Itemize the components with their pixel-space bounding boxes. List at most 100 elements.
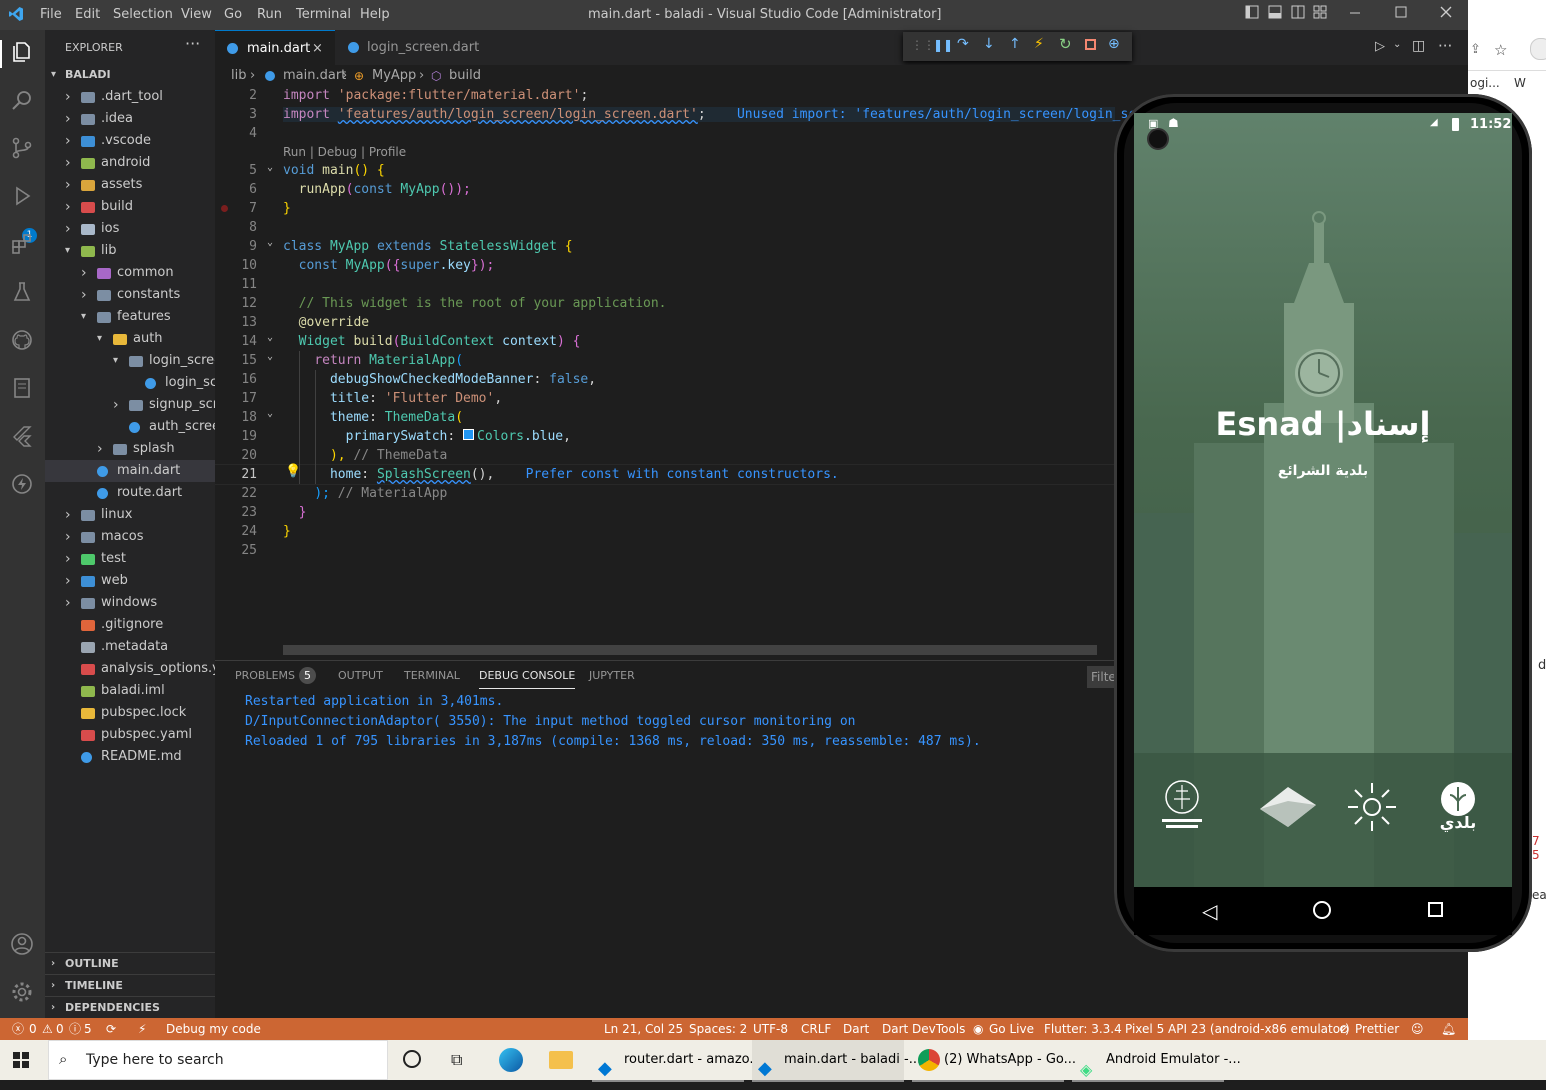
share-icon[interactable]: ⇪ <box>1470 42 1481 57</box>
task-view-icon[interactable]: ⧉ <box>451 1050 462 1070</box>
tree-file-baladi-iml[interactable]: baladi.iml <box>45 680 215 702</box>
toggle-sidebar-icon[interactable] <box>1243 5 1261 23</box>
taskbar-vscode-main[interactable]: ◆ main.dart - baladi -... <box>752 1040 921 1082</box>
errors-count[interactable]: 0 <box>29 1018 37 1040</box>
search-icon[interactable] <box>8 88 36 116</box>
stop-icon[interactable] <box>1085 39 1096 50</box>
tree-folder-idea[interactable]: › .idea <box>45 108 215 130</box>
debug-config[interactable]: Debug my code <box>166 1018 261 1040</box>
tree-folder-lib[interactable]: ▾ lib <box>45 240 215 262</box>
windows-start-icon[interactable] <box>13 1052 29 1068</box>
tab-main-dart[interactable]: main.dart × <box>215 30 335 66</box>
tree-file-analysis-options-y[interactable]: analysis_options.y... <box>45 658 215 680</box>
pause-icon[interactable]: ❚❚ <box>933 38 953 52</box>
breadcrumb-method[interactable]: build <box>449 65 481 87</box>
drag-handle-icon[interactable]: ⋮⋮ <box>911 38 935 52</box>
tree-file-pubspec-yaml[interactable]: pubspec.yaml <box>45 724 215 746</box>
tree-file-gitignore[interactable]: .gitignore <box>45 614 215 636</box>
menu-terminal[interactable]: Terminal <box>296 7 351 22</box>
prettier[interactable]: Prettier <box>1355 1018 1399 1040</box>
tree-folder-ios[interactable]: › ios <box>45 218 215 240</box>
tree-folder-linux[interactable]: › linux <box>45 504 215 526</box>
tree-folder-test[interactable]: › test <box>45 548 215 570</box>
run-debug-icon[interactable] <box>8 184 36 212</box>
editor-more-icon[interactable]: ··· <box>1438 37 1452 55</box>
outline-section[interactable]: › OUTLINE <box>45 952 215 975</box>
tree-folder-splash[interactable]: › splash <box>45 438 215 460</box>
tree-file-main-dart[interactable]: main.dart <box>45 460 215 482</box>
cursor-position[interactable]: Ln 21, Col 25 <box>604 1018 683 1040</box>
tree-file-pubspec-lock[interactable]: pubspec.lock <box>45 702 215 724</box>
flutter-icon[interactable] <box>8 424 36 452</box>
nav-back-icon[interactable]: ◁ <box>1202 899 1217 923</box>
tree-folder-windows[interactable]: › windows <box>45 592 215 614</box>
manage-gear-icon[interactable] <box>8 980 36 1008</box>
tree-folder-constants[interactable]: › constants <box>45 284 215 306</box>
emulator-screen[interactable]: ▣ ☗ ◢ 11:52 Esnad |إسناد بلدية الشرائع ب… <box>1134 113 1512 887</box>
breadcrumb-lib[interactable]: lib <box>231 65 246 87</box>
dart-devtools[interactable]: Dart DevTools <box>882 1018 965 1040</box>
split-editor-icon[interactable]: ◫ <box>1412 38 1425 54</box>
step-out-icon[interactable]: ↑ <box>1009 36 1021 52</box>
menu-selection[interactable]: Selection <box>113 7 173 22</box>
run-dropdown-icon[interactable]: ⌄ <box>1393 39 1401 50</box>
encoding[interactable]: UTF-8 <box>753 1018 788 1040</box>
maximize-icon[interactable] <box>1392 5 1410 23</box>
minimize-icon[interactable] <box>1346 5 1364 23</box>
toggle-panel-icon[interactable] <box>1266 5 1284 23</box>
feedback-icon[interactable]: ☺ <box>1411 1018 1424 1040</box>
tree-folder-login-screen[interactable]: ▾login_screen <box>45 350 215 372</box>
tab-jupyter[interactable]: JUPYTER <box>589 669 635 682</box>
taskbar-chrome-whatsapp[interactable]: (2) WhatsApp - Go... <box>912 1040 1076 1082</box>
warning-icon[interactable]: ⚠ <box>42 1018 53 1040</box>
info-icon[interactable]: ⓘ <box>69 1018 81 1040</box>
tree-folder-signup-screen[interactable]: ›signup_screen <box>45 394 215 416</box>
account-icon[interactable] <box>8 932 36 960</box>
toggle-secondary-sidebar-icon[interactable] <box>1289 5 1307 23</box>
notifications-bell-icon[interactable]: 🔔︎ <box>1441 1018 1456 1040</box>
inspect-icon[interactable]: ⊕ <box>1108 36 1120 52</box>
file-explorer-icon[interactable] <box>549 1051 573 1069</box>
tree-folder-android[interactable]: › android <box>45 152 215 174</box>
tree-folder-vscode[interactable]: › .vscode <box>45 130 215 152</box>
step-over-icon[interactable]: ↷ <box>957 36 969 52</box>
remote-debug-icon[interactable]: ⟳ <box>106 1018 116 1040</box>
tab-terminal[interactable]: TERMINAL <box>404 669 460 682</box>
tree-file-login-screen[interactable]: login_screen... <box>45 372 215 394</box>
tree-folder-auth[interactable]: ▾ auth <box>45 328 215 350</box>
menu-help[interactable]: Help <box>360 7 390 22</box>
tree-folder-assets[interactable]: › assets <box>45 174 215 196</box>
go-live-icon[interactable]: ◉ <box>973 1018 983 1040</box>
line-ending[interactable]: CRLF <box>801 1018 831 1040</box>
breakpoint-icon[interactable] <box>221 205 228 212</box>
close-icon[interactable] <box>1437 5 1455 23</box>
lightning-icon[interactable] <box>8 472 36 500</box>
bookmark-star-icon[interactable]: ☆ <box>1494 41 1507 59</box>
cortana-icon[interactable] <box>403 1050 421 1068</box>
menu-go[interactable]: Go <box>224 7 242 22</box>
language-mode[interactable]: Dart <box>843 1018 869 1040</box>
menu-edit[interactable]: Edit <box>75 7 100 22</box>
hot-reload-icon[interactable]: ⚡ <box>1034 36 1044 52</box>
github-icon[interactable] <box>8 328 36 356</box>
tab-output[interactable]: OUTPUT <box>338 669 383 682</box>
breadcrumb-file[interactable]: main.dart <box>283 65 346 87</box>
remote-explorer-icon[interactable] <box>8 376 36 404</box>
code-editor[interactable]: 2 3 4 5 6 7 8 9 10 11 12 13 14 15 16 17 18 19 20 21 22 23 24 25… <box>215 87 1136 655</box>
tree-file-route-dart[interactable]: route.dart <box>45 482 215 504</box>
go-live[interactable]: Go Live <box>989 1018 1034 1040</box>
tab-debug-console[interactable]: DEBUG CONSOLE <box>479 669 576 689</box>
tree-file-metadata[interactable]: .metadata <box>45 636 215 658</box>
infos-count[interactable]: 5 <box>84 1018 92 1040</box>
restart-icon[interactable]: ↻ <box>1059 35 1072 53</box>
dependencies-section[interactable]: › DEPENDENCIES <box>45 996 215 1018</box>
breadcrumb-class[interactable]: MyApp <box>372 65 416 87</box>
tab-close-icon[interactable]: × <box>312 31 323 66</box>
root-folder[interactable]: ▾ BALADI <box>45 64 215 86</box>
profile-avatar[interactable] <box>1530 38 1546 60</box>
warnings-count[interactable]: 0 <box>56 1018 64 1040</box>
horizontal-scrollbar[interactable] <box>283 645 1097 655</box>
tree-folder-common[interactable]: › common <box>45 262 215 284</box>
tree-file-readme-md[interactable]: README.md <box>45 746 215 768</box>
prettier-icon[interactable]: ⊘ <box>1339 1018 1349 1040</box>
